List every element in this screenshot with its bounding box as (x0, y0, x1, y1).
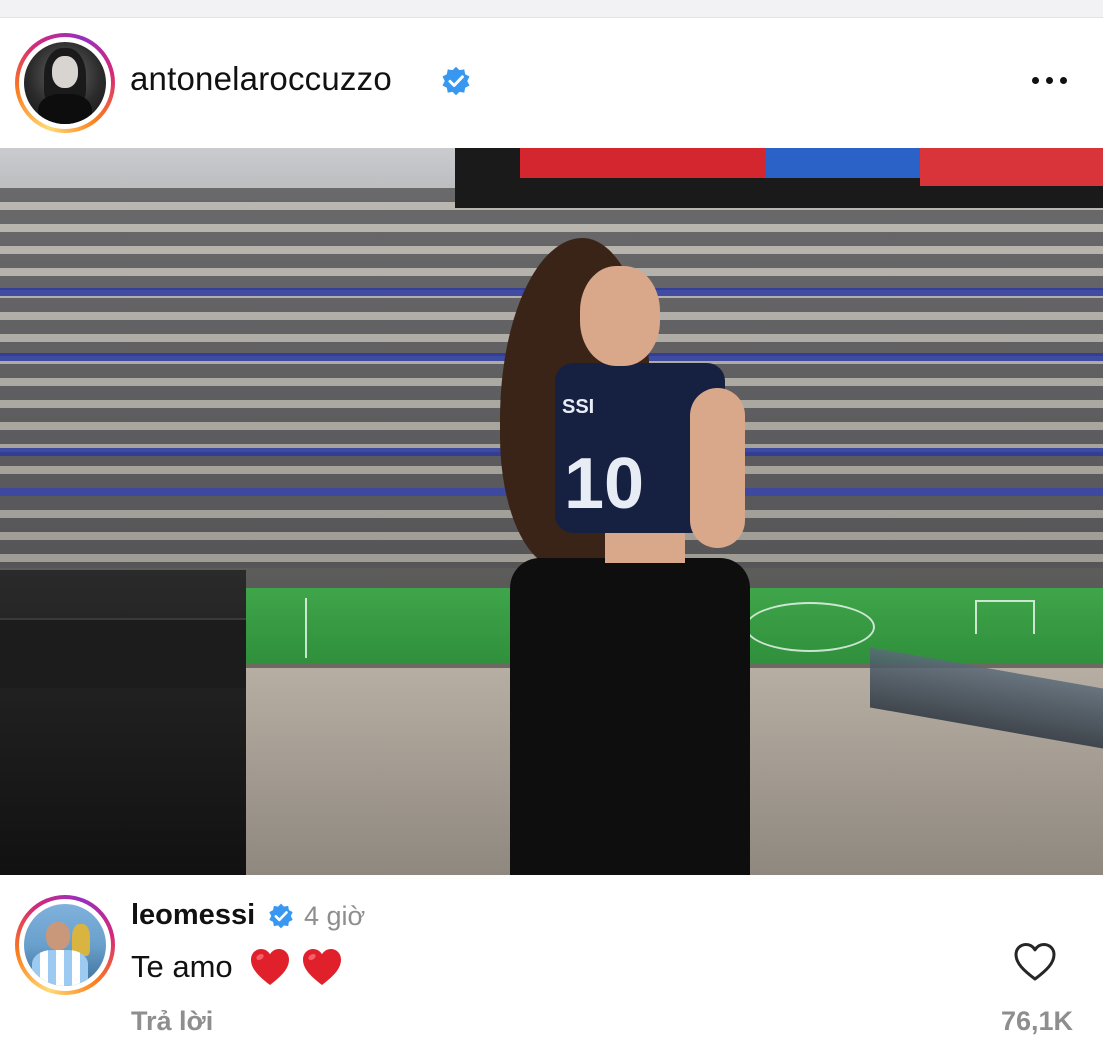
dark-counter (0, 570, 246, 875)
comment-text: Te amo (131, 947, 343, 987)
more-dot (1059, 76, 1067, 84)
heart-outline-icon[interactable] (1013, 941, 1057, 983)
stadium-screen (455, 148, 1103, 208)
post-header: antonelaroccuzzo (0, 30, 1103, 140)
avatar-image (24, 904, 106, 986)
verified-badge-icon (442, 66, 470, 96)
red-heart-emoji-icon (250, 949, 289, 985)
avatar-image (24, 42, 106, 124)
commenter-username[interactable]: leomessi (131, 899, 255, 932)
counter-top (0, 618, 246, 688)
comment-timestamp: 4 giờ (304, 901, 366, 931)
commenter-avatar[interactable] (15, 895, 115, 995)
like-count: 76,1K (1000, 1006, 1073, 1036)
top-status-strip (0, 0, 1103, 18)
red-heart-emoji-icon (302, 949, 341, 985)
person-in-jersey: SSI 10 (500, 238, 760, 875)
post-author-avatar[interactable] (15, 33, 115, 133)
jersey-name: SSI (562, 396, 595, 418)
post-author-username[interactable]: antonelaroccuzzo (130, 60, 392, 98)
comment-row: leomessi 4 giờ Te amo Trả lời 76,1K (0, 875, 1103, 1062)
jersey-number: 10 (564, 444, 645, 524)
post-photo[interactable]: SSI 10 (0, 148, 1103, 875)
reply-button[interactable]: Trả lời (131, 1006, 213, 1037)
more-dot (1045, 76, 1053, 84)
verified-badge-icon (269, 903, 293, 929)
more-dot (1031, 76, 1039, 84)
comment-message: Te amo (131, 949, 233, 984)
more-options-button[interactable] (1027, 68, 1071, 92)
